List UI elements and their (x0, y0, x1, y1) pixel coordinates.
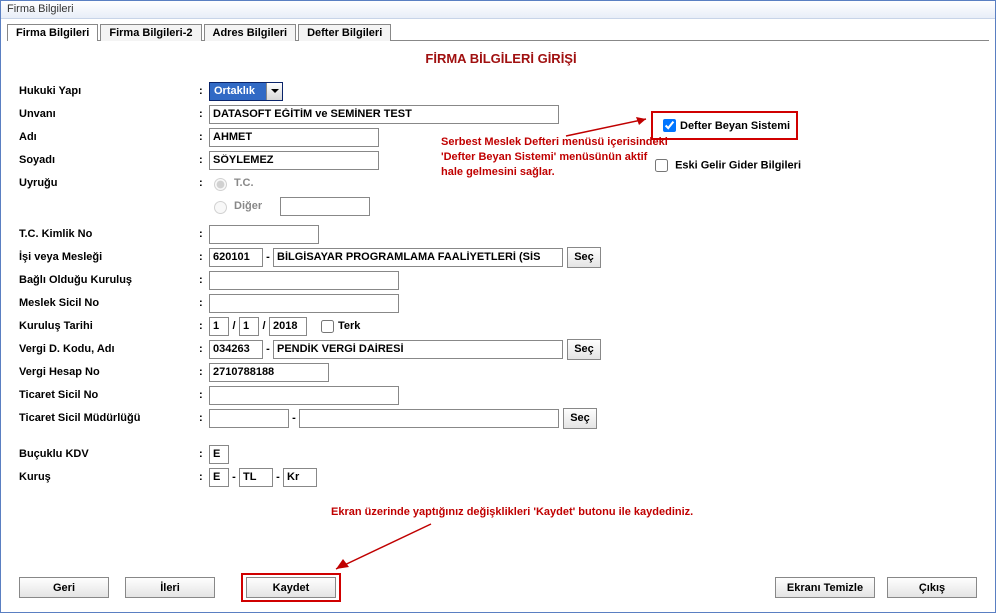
isi-kodu-input[interactable] (209, 248, 263, 267)
label-kurulus: Kuruluş Tarihi (19, 320, 199, 332)
label-uyrugu: Uyruğu (19, 177, 199, 189)
hukuki-yapi-select[interactable]: Ortaklık (209, 82, 283, 101)
title-bar: Firma Bilgileri (1, 1, 995, 19)
kaydet-button[interactable]: Kaydet (246, 577, 336, 598)
eski-gelir-label: Eski Gelir Gider Bilgileri (675, 159, 801, 171)
uyrugu-tc-label: T.C. (234, 177, 254, 189)
label-tc-kimlik: T.C. Kimlik No (19, 228, 199, 240)
defter-beyan-checkbox[interactable] (663, 119, 676, 132)
label-bagli: Bağlı Olduğu Kuruluş (19, 274, 199, 286)
main-window: Firma Bilgileri Firma Bilgileri Firma Bi… (0, 0, 996, 613)
annotation-kaydet: Ekran üzerinde yaptığınız değişklikleri … (331, 506, 831, 518)
chevron-down-icon[interactable] (266, 83, 282, 100)
tab-defter-bilgileri[interactable]: Defter Bilgileri (298, 24, 391, 41)
label-hukuki-yapi: Hukuki Yapı (19, 85, 199, 97)
kurus-b-input[interactable] (239, 468, 273, 487)
vergi-d-ad-input[interactable] (273, 340, 563, 359)
isi-ad-input[interactable] (273, 248, 563, 267)
window-title: Firma Bilgileri (7, 3, 74, 15)
ticaret-sicil-input[interactable] (209, 386, 399, 405)
uyrugu-diger-radio (214, 201, 227, 214)
defter-beyan-highlight-box: Defter Beyan Sistemi (651, 111, 798, 140)
form-panel: FİRMA BİLGİLERİ GİRİŞİ Hukuki Yapı : Ort… (1, 41, 995, 495)
bucuklu-kdv-input[interactable] (209, 445, 229, 464)
tab-adres-bilgileri[interactable]: Adres Bilgileri (204, 24, 297, 41)
adi-input[interactable] (209, 128, 379, 147)
page-title: FİRMA BİLGİLERİ GİRİŞİ (19, 51, 983, 66)
label-ticaret-mud: Ticaret Sicil Müdürlüğü (19, 412, 199, 424)
kurus-c-input[interactable] (283, 468, 317, 487)
bottom-bar: Geri İleri Kaydet Ekranı Temizle Çıkış (19, 573, 977, 602)
right-panel: Defter Beyan Sistemi Eski Gelir Gider Bi… (651, 111, 971, 175)
tab-firma-bilgileri[interactable]: Firma Bilgileri (7, 24, 98, 41)
kurulus-ay-input[interactable] (239, 317, 259, 336)
label-vergi-hesap: Vergi Hesap No (19, 366, 199, 378)
kaydet-highlight-box: Kaydet (241, 573, 341, 602)
vergi-d-sec-button[interactable]: Seç (567, 339, 601, 360)
label-ticaret-sicil: Ticaret Sicil No (19, 389, 199, 401)
tab-strip: Firma Bilgileri Firma Bilgileri-2 Adres … (1, 19, 995, 40)
soyadi-input[interactable] (209, 151, 379, 170)
meslek-sicil-input[interactable] (209, 294, 399, 313)
ticaret-mud-kod-input[interactable] (209, 409, 289, 428)
uyrugu-diger-input (280, 197, 370, 216)
vergi-hesap-input[interactable] (209, 363, 329, 382)
ileri-button[interactable]: İleri (125, 577, 215, 598)
bagli-input[interactable] (209, 271, 399, 290)
uyrugu-tc-radio (214, 178, 227, 191)
label-unvani: Unvanı (19, 108, 199, 120)
terk-label: Terk (338, 320, 360, 332)
label-adi: Adı (19, 131, 199, 143)
terk-checkbox[interactable] (321, 320, 334, 333)
unvani-input[interactable] (209, 105, 559, 124)
uyrugu-diger-label: Diğer (234, 200, 262, 212)
label-meslek-sicil: Meslek Sicil No (19, 297, 199, 309)
isi-sec-button[interactable]: Seç (567, 247, 601, 268)
label-isi: İşi veya Mesleği (19, 251, 199, 263)
ticaret-mud-sec-button[interactable]: Seç (563, 408, 597, 429)
vergi-d-kod-input[interactable] (209, 340, 263, 359)
cikis-button[interactable]: Çıkış (887, 577, 977, 598)
kurulus-gun-input[interactable] (209, 317, 229, 336)
tab-firma-bilgileri-2[interactable]: Firma Bilgileri-2 (100, 24, 201, 41)
label-kurus: Kuruş (19, 471, 199, 483)
kurulus-yil-input[interactable] (269, 317, 307, 336)
arrow-icon (321, 519, 441, 579)
kurus-a-input[interactable] (209, 468, 229, 487)
label-bucuklu-kdv: Buçuklu KDV (19, 448, 199, 460)
ticaret-mud-ad-input[interactable] (299, 409, 559, 428)
annotation-defter-beyan: Serbest Meslek Defteri menüsü içerisinde… (441, 135, 671, 180)
label-vergi-d: Vergi D. Kodu, Adı (19, 343, 199, 355)
geri-button[interactable]: Geri (19, 577, 109, 598)
tc-kimlik-input[interactable] (209, 225, 319, 244)
defter-beyan-label: Defter Beyan Sistemi (680, 120, 790, 132)
label-soyadi: Soyadı (19, 154, 199, 166)
hukuki-yapi-value: Ortaklık (210, 83, 266, 100)
ekrani-temizle-button[interactable]: Ekranı Temizle (775, 577, 875, 598)
